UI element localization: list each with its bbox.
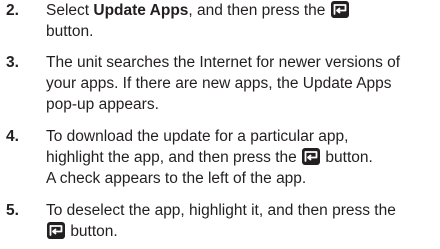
text-segment: button. <box>70 223 118 240</box>
step-line: A check appears to the left of the app. <box>46 170 307 187</box>
text-segment: button. <box>325 149 373 166</box>
step-number: 4. <box>6 128 19 145</box>
text-segment: , and then press the <box>188 2 326 19</box>
step-line: button. <box>46 221 438 242</box>
step-line: The unit searches the Internet for newer… <box>46 54 401 71</box>
step-number: 5. <box>6 202 19 219</box>
step-text: The unit searches the Internet for newer… <box>46 52 438 115</box>
step-text: Select Update Apps, and then press the b… <box>46 0 438 42</box>
step-line: button. <box>46 23 94 40</box>
enter-button-icon <box>302 148 321 165</box>
enter-button-icon <box>330 1 349 18</box>
step-line: To download the update for a particular … <box>46 128 349 145</box>
step-number: 3. <box>6 54 19 71</box>
step-line: pop-up appears. <box>46 96 159 113</box>
step-line: To deselect the app, highlight it, and t… <box>46 202 396 219</box>
step-line: highlight the app, and then press the bu… <box>46 147 438 168</box>
step-number: 2. <box>6 2 19 19</box>
step-line: Select Update Apps, and then press the <box>46 0 438 21</box>
enter-button-icon <box>47 222 65 239</box>
update-apps-label: Update Apps <box>93 2 189 19</box>
step-text: To deselect the app, highlight it, and t… <box>46 200 438 242</box>
text-segment: highlight the app, and then press the <box>46 149 297 166</box>
step-text: To download the update for a particular … <box>46 126 438 189</box>
step-line: your apps. If there are new apps, the Up… <box>46 75 392 92</box>
text-segment: Select <box>46 2 94 19</box>
